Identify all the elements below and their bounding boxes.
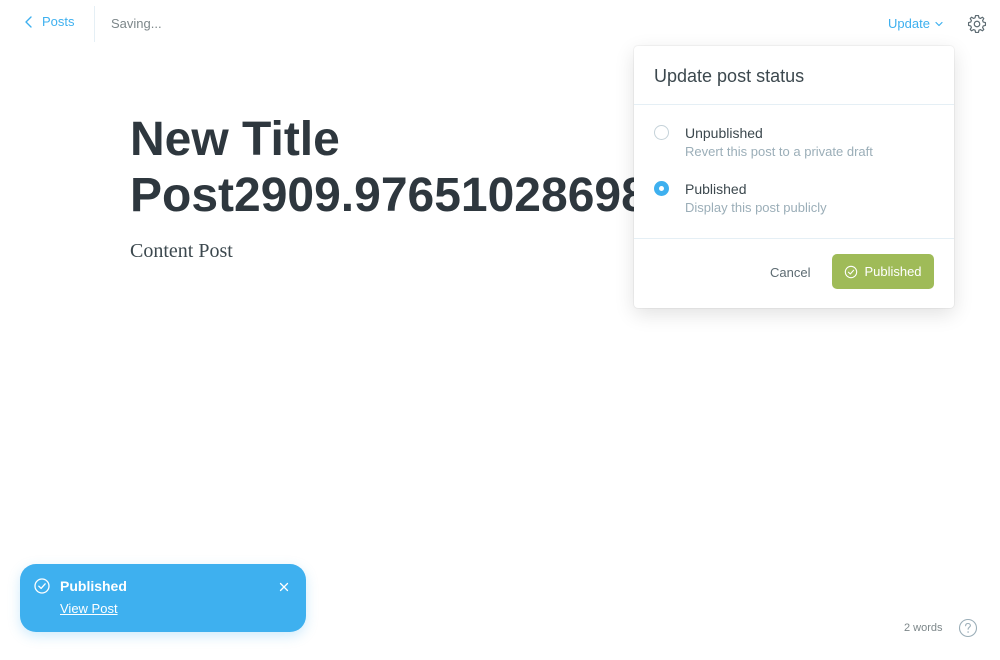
- save-status: Saving...: [111, 16, 162, 31]
- back-link-label: Posts: [42, 14, 75, 29]
- status-option-unpublished[interactable]: Unpublished Revert this post to a privat…: [654, 124, 873, 161]
- close-icon: [279, 582, 289, 592]
- view-post-link[interactable]: View Post: [60, 601, 118, 616]
- update-label: Update: [888, 16, 930, 31]
- option-label: Published: [685, 181, 747, 197]
- word-count: 2 words: [904, 622, 943, 634]
- radio-unpublished[interactable]: [654, 125, 669, 140]
- question-circle-icon: [958, 618, 978, 638]
- chevron-down-icon: [935, 21, 943, 26]
- topbar-divider: [94, 6, 95, 42]
- cancel-button[interactable]: Cancel: [770, 265, 810, 280]
- publish-notification: Published View Post: [20, 564, 306, 632]
- notification-close-button[interactable]: [278, 580, 290, 592]
- popover-footer: Cancel Published: [634, 238, 954, 308]
- help-button[interactable]: [958, 618, 978, 638]
- option-description: Revert this post to a private draft: [685, 144, 873, 159]
- notification-title: Published: [60, 578, 127, 594]
- post-title-editor[interactable]: New Title Post2909.976510286987: [130, 112, 690, 224]
- post-body-editor[interactable]: Content Post: [130, 240, 233, 263]
- popover-heading: Update post status: [634, 46, 954, 105]
- option-description: Display this post publicly: [685, 200, 827, 215]
- check-circle-icon: [845, 265, 858, 278]
- radio-published[interactable]: [654, 181, 669, 196]
- gear-icon: [967, 14, 987, 34]
- update-dropdown-trigger[interactable]: Update: [888, 16, 944, 31]
- back-to-posts-link[interactable]: Posts: [22, 14, 75, 29]
- status-option-published[interactable]: Published Display this post publicly: [654, 180, 827, 217]
- settings-button[interactable]: [966, 13, 988, 35]
- option-label: Unpublished: [685, 125, 763, 141]
- publish-button-label: Published: [864, 264, 922, 279]
- chevron-left-icon: [25, 15, 32, 28]
- check-circle-icon: [34, 578, 50, 594]
- update-status-popover: Update post status Unpublished Revert th…: [634, 46, 954, 308]
- publish-button[interactable]: Published: [832, 254, 934, 289]
